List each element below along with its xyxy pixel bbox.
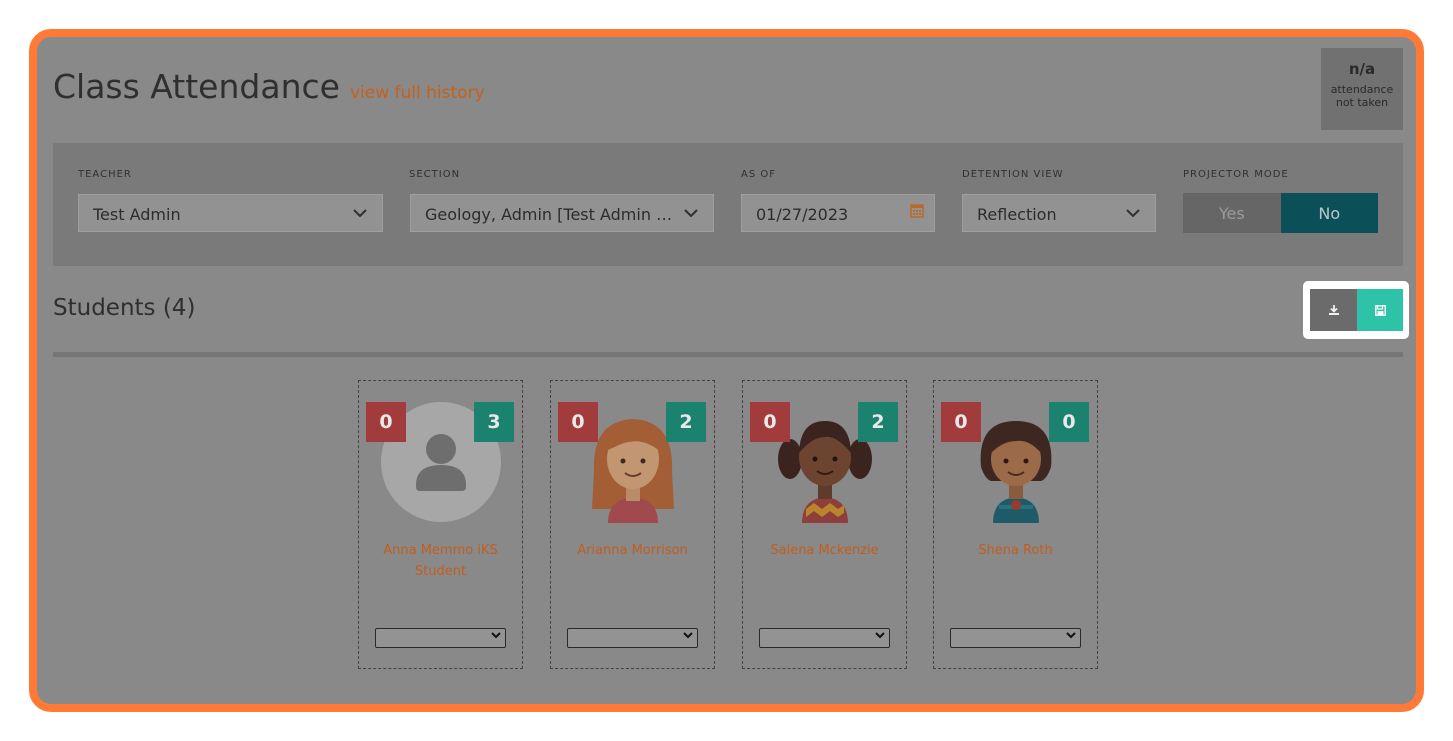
- red-count-badge: 0: [366, 402, 406, 442]
- download-button[interactable]: [1310, 289, 1357, 331]
- student-name[interactable]: Shena Roth: [939, 540, 1092, 561]
- detention-view-value: Reflection: [977, 205, 1057, 224]
- as-of-label: AS OF: [741, 169, 776, 180]
- students-heading: Students (4): [53, 295, 196, 321]
- red-count-badge: 0: [941, 402, 981, 442]
- projector-yes-button[interactable]: Yes: [1183, 193, 1281, 233]
- projector-mode-toggle: Yes No: [1183, 193, 1378, 233]
- red-count-badge: 0: [558, 402, 598, 442]
- chevron-down-icon: [683, 630, 693, 643]
- student-card[interactable]: 0 0 Shena Roth: [933, 380, 1098, 669]
- detention-view-select[interactable]: Reflection: [962, 194, 1156, 232]
- attendance-status-box: n/a attendance not taken: [1321, 48, 1403, 130]
- chevron-down-icon: [352, 205, 368, 225]
- attendance-panel: Class Attendance view full history n/a a…: [29, 29, 1424, 712]
- chevron-down-icon: [1066, 630, 1076, 643]
- section-divider: [53, 352, 1403, 357]
- projector-mode-label: PROJECTOR MODE: [1183, 169, 1289, 180]
- chevron-down-icon: [1125, 205, 1141, 225]
- teacher-select-value: Test Admin: [93, 205, 181, 224]
- student-status-select[interactable]: [375, 628, 506, 648]
- download-icon: [1328, 305, 1339, 315]
- student-status-select[interactable]: [567, 628, 698, 648]
- chevron-down-icon: [491, 630, 501, 643]
- view-full-history-link[interactable]: view full history: [350, 83, 485, 103]
- attendance-status-label-2: not taken: [1335, 96, 1389, 109]
- teacher-label: TEACHER: [78, 169, 132, 180]
- green-count-badge: 2: [666, 402, 706, 442]
- student-card[interactable]: 0 3 Anna Memmo iKS Student: [358, 380, 523, 669]
- attendance-status-label-1: attendance: [1330, 83, 1394, 96]
- green-count-badge: 3: [474, 402, 514, 442]
- as-of-date-value: 01/27/2023: [756, 205, 849, 224]
- section-select-value: Geology, Admin [Test Admin Section]: [425, 205, 675, 224]
- save-icon: [1374, 304, 1386, 316]
- teacher-select[interactable]: Test Admin: [78, 194, 383, 232]
- chevron-down-icon: [875, 630, 885, 643]
- green-count-badge: 2: [858, 402, 898, 442]
- calendar-icon[interactable]: [910, 203, 924, 218]
- student-card[interactable]: 0 2 Arianna Morrison: [550, 380, 715, 669]
- as-of-date-input[interactable]: 01/27/2023: [741, 194, 935, 232]
- filter-bar: TEACHER Test Admin SECTION Geology, Admi…: [53, 143, 1403, 266]
- action-buttons-group: [1303, 281, 1409, 339]
- chevron-down-icon: [683, 205, 699, 225]
- student-card[interactable]: 0 2 Salena Mckenzie: [742, 380, 907, 669]
- red-count-badge: 0: [750, 402, 790, 442]
- green-count-badge: 0: [1049, 402, 1089, 442]
- save-button[interactable]: [1357, 289, 1403, 331]
- projector-no-button[interactable]: No: [1280, 193, 1378, 233]
- page-title: Class Attendance: [53, 67, 340, 106]
- student-name[interactable]: Anna Memmo iKS Student: [364, 540, 517, 582]
- section-label: SECTION: [409, 169, 461, 180]
- attendance-status-value: n/a: [1348, 60, 1376, 78]
- student-name[interactable]: Arianna Morrison: [556, 540, 709, 561]
- detention-view-label: DETENTION VIEW: [962, 169, 1064, 180]
- student-status-select[interactable]: [950, 628, 1081, 648]
- section-select[interactable]: Geology, Admin [Test Admin Section]: [410, 194, 714, 232]
- student-name[interactable]: Salena Mckenzie: [748, 540, 901, 561]
- student-status-select[interactable]: [759, 628, 890, 648]
